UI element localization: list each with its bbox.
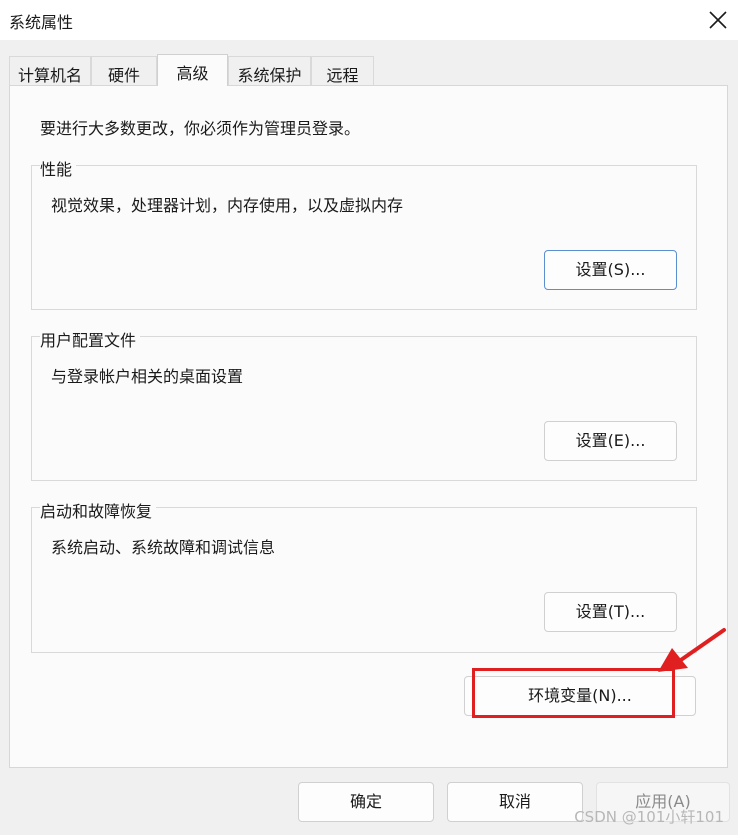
performance-description: 视觉效果，处理器计划，内存使用，以及虚拟内存 <box>51 196 404 215</box>
tab-advanced[interactable]: 高级 <box>157 54 228 86</box>
user-profiles-description: 与登录帐户相关的桌面设置 <box>51 367 244 386</box>
tab-hardware[interactable]: 硬件 <box>91 56 157 86</box>
startup-recovery-description: 系统启动、系统故障和调试信息 <box>51 538 276 557</box>
environment-variables-button[interactable]: 环境变量(N)... <box>464 676 696 716</box>
title-bar: 系统属性 <box>0 0 738 40</box>
startup-recovery-legend: 启动和故障恢复 <box>40 498 157 522</box>
watermark: CSDN @101小轩101 <box>574 808 724 826</box>
tab-computer-name[interactable]: 计算机名 <box>9 56 91 86</box>
window-title: 系统属性 <box>9 13 74 32</box>
cancel-button[interactable]: 取消 <box>447 782 583 822</box>
admin-notice: 要进行大多数更改，你必须作为管理员登录。 <box>40 119 361 138</box>
user-profiles-legend: 用户配置文件 <box>40 327 141 351</box>
tab-system-protection[interactable]: 系统保护 <box>228 56 311 86</box>
performance-legend: 性能 <box>40 156 77 180</box>
ok-button[interactable]: 确定 <box>298 782 434 822</box>
performance-settings-button[interactable]: 设置(S)... <box>544 250 677 290</box>
close-icon <box>709 11 727 29</box>
user-profiles-settings-button[interactable]: 设置(E)... <box>544 421 677 461</box>
tab-remote[interactable]: 远程 <box>311 56 374 86</box>
close-button[interactable] <box>698 0 738 40</box>
annotation-arrow-icon <box>658 628 726 672</box>
